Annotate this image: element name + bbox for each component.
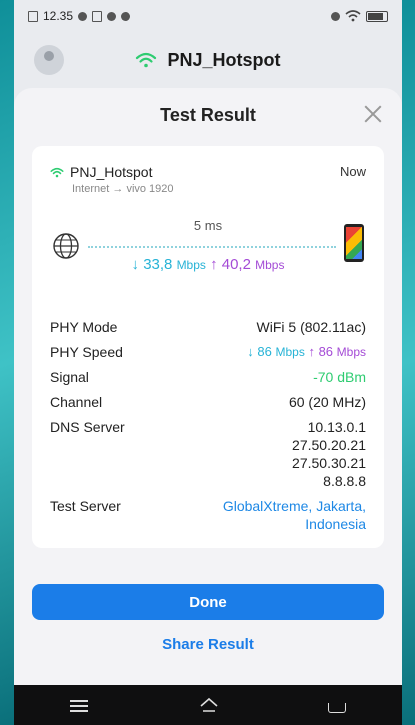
sheet-header: Test Result xyxy=(14,88,402,142)
detail-row-channel: Channel 60 (20 MHz) xyxy=(50,393,366,411)
dns-server-value: 10.13.0.1 xyxy=(307,419,366,435)
upload-value: 40,2 xyxy=(221,256,251,273)
phy-speed-up: ↑ 86 xyxy=(308,344,334,359)
detail-label: Channel xyxy=(50,394,103,410)
dns-server-value: 8.8.8.8 xyxy=(323,473,366,489)
notification-icon xyxy=(78,11,88,21)
detail-value: 10.13.0.1 27.50.20.21 27.50.30.21 8.8.8.… xyxy=(292,418,366,490)
detail-label: PHY Mode xyxy=(50,319,118,335)
test-result-sheet: Test Result PNJ_Hotspot Internet → vivo … xyxy=(14,88,402,685)
detail-label: DNS Server xyxy=(50,419,125,435)
detail-row-phy-mode: PHY Mode WiFi 5 (802.11ac) xyxy=(50,318,366,336)
test-server-link[interactable]: GlobalXtreme, Jakarta, Indonesia xyxy=(223,497,366,533)
avatar[interactable] xyxy=(34,45,64,75)
detail-label: PHY Speed xyxy=(50,344,123,360)
wifi-status-icon xyxy=(345,10,361,22)
detail-value: ↓ 86 Mbps ↑ 86 Mbps xyxy=(247,343,366,361)
detail-row-test-server: Test Server GlobalXtreme, Jakarta, Indon… xyxy=(50,497,366,533)
phone-screen: 12.35 PNJ_Hotspot Test Result PNJ_Hotspo… xyxy=(14,0,402,725)
route-to: vivo 1920 xyxy=(126,183,174,195)
download-unit: Mbps xyxy=(176,258,206,272)
detail-row-signal: Signal -70 dBm xyxy=(50,368,366,386)
download-speed: ↓ 33,8 Mbps xyxy=(132,256,211,273)
detail-value: 60 (20 MHz) xyxy=(288,394,366,410)
detail-value: -70 dBm xyxy=(313,369,366,385)
connection-line xyxy=(88,246,336,248)
download-value: 33,8 xyxy=(143,256,173,273)
status-bar: 12.35 xyxy=(14,0,402,32)
share-result-button[interactable]: Share Result xyxy=(14,636,402,653)
home-icon[interactable] xyxy=(199,697,218,713)
wifi-icon xyxy=(50,167,64,177)
top-bar: PNJ_Hotspot xyxy=(14,38,402,82)
phy-speed-up-unit: Mbps xyxy=(336,345,366,359)
network-info: PNJ_Hotspot Internet → vivo 1920 Now xyxy=(50,164,366,195)
network-title: PNJ_Hotspot xyxy=(135,49,281,71)
location-icon xyxy=(331,11,340,21)
route-from: Internet xyxy=(72,183,110,195)
test-server-line: GlobalXtreme, Jakarta, xyxy=(222,498,366,514)
result-time: Now xyxy=(339,164,366,179)
phy-speed-down: ↓ 86 xyxy=(247,344,272,359)
detail-value: WiFi 5 (802.11ac) xyxy=(256,319,366,335)
speed-values: ↓ 33,8 Mbps ↑ 40,2 Mbps xyxy=(50,256,366,273)
network-name-row: PNJ_Hotspot xyxy=(50,164,366,180)
detail-label: Signal xyxy=(50,369,89,385)
dns-server-value: 27.50.30.21 xyxy=(292,455,366,471)
network-title-label: PNJ_Hotspot xyxy=(167,49,281,70)
result-card: PNJ_Hotspot Internet → vivo 1920 Now 5 m… xyxy=(32,146,384,548)
screenshot-icon xyxy=(28,10,38,22)
detail-label: Test Server xyxy=(50,498,121,514)
battery-icon xyxy=(366,10,388,22)
network-name: PNJ_Hotspot xyxy=(70,164,153,180)
menu-icon[interactable] xyxy=(69,697,88,713)
detail-row-phy-speed: PHY Speed ↓ 86 Mbps ↑ 86 Mbps xyxy=(50,343,366,361)
system-nav-bar xyxy=(14,685,402,725)
latency-section: 5 ms ↓ 33,8 Mbps ↑ 40,2 Mbps xyxy=(50,218,366,288)
mail-icon xyxy=(92,10,103,22)
upload-unit: Mbps xyxy=(255,258,285,272)
status-right xyxy=(331,10,388,22)
upload-speed: ↑ 40,2 Mbps xyxy=(210,256,284,273)
network-route: Internet → vivo 1920 xyxy=(72,183,366,195)
route-arrow: → xyxy=(112,183,124,195)
dns-server-value: 27.50.20.21 xyxy=(292,437,366,453)
notification-icon xyxy=(107,11,117,21)
phy-speed-down-unit: Mbps xyxy=(275,345,305,359)
download-arrow: ↓ xyxy=(131,256,140,273)
detail-row-dns: DNS Server 10.13.0.1 27.50.20.21 27.50.3… xyxy=(50,418,366,490)
back-icon[interactable] xyxy=(328,703,347,713)
details-table: PHY Mode WiFi 5 (802.11ac) PHY Speed ↓ 8… xyxy=(50,318,366,540)
sheet-title: Test Result xyxy=(160,104,256,125)
done-button[interactable]: Done xyxy=(32,584,384,620)
status-time: 12.35 xyxy=(43,9,74,23)
latency-value: 5 ms xyxy=(193,218,223,233)
status-left: 12.35 xyxy=(28,9,131,23)
test-server-line: Indonesia xyxy=(305,516,366,532)
wifi-icon xyxy=(136,52,157,68)
upload-arrow: ↑ xyxy=(210,256,218,273)
notification-icon xyxy=(121,11,131,21)
close-icon[interactable] xyxy=(362,103,384,125)
